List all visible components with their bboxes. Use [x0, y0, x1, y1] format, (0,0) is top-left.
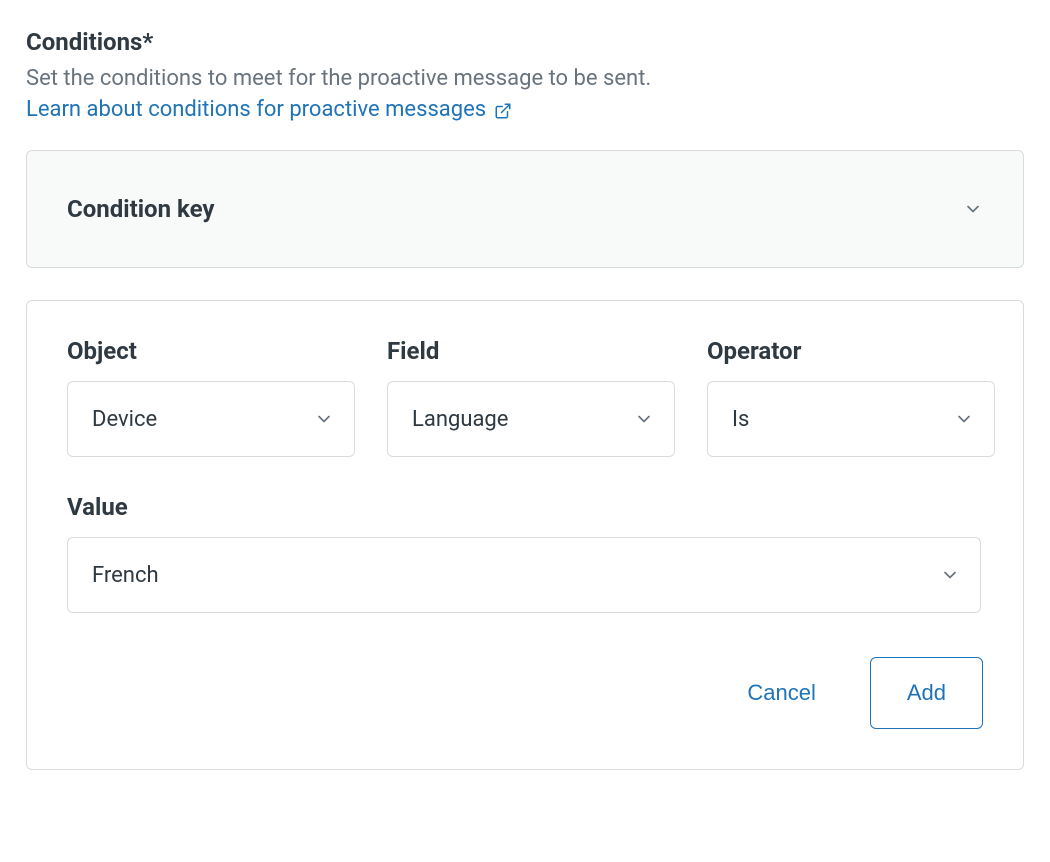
conditions-heading: Conditions* — [26, 28, 1024, 56]
object-select[interactable]: Device — [67, 381, 355, 457]
condition-key-label: Condition key — [67, 195, 214, 223]
value-select[interactable]: French — [67, 537, 981, 613]
condition-key-panel[interactable]: Condition key — [26, 150, 1024, 268]
learn-conditions-link-label: Learn about conditions for proactive mes… — [26, 97, 486, 122]
object-select-value: Device — [92, 407, 157, 432]
chevron-down-icon — [940, 565, 960, 585]
external-link-icon — [494, 101, 512, 119]
chevron-down-icon — [634, 409, 654, 429]
cancel-button[interactable]: Cancel — [743, 672, 819, 714]
chevron-down-icon — [954, 409, 974, 429]
value-select-value: French — [92, 563, 159, 588]
operator-select-value: Is — [732, 407, 749, 432]
conditions-description: Set the conditions to meet for the proac… — [26, 66, 1024, 91]
condition-form-panel: Object Device Field Language — [26, 300, 1024, 770]
value-label: Value — [67, 493, 983, 521]
operator-select[interactable]: Is — [707, 381, 995, 457]
add-button[interactable]: Add — [870, 657, 983, 729]
learn-conditions-link[interactable]: Learn about conditions for proactive mes… — [26, 97, 512, 122]
chevron-down-icon — [314, 409, 334, 429]
field-select-value: Language — [412, 407, 508, 432]
field-label: Field — [387, 337, 675, 365]
chevron-down-icon — [963, 199, 983, 219]
object-label: Object — [67, 337, 355, 365]
field-select[interactable]: Language — [387, 381, 675, 457]
operator-label: Operator — [707, 337, 995, 365]
